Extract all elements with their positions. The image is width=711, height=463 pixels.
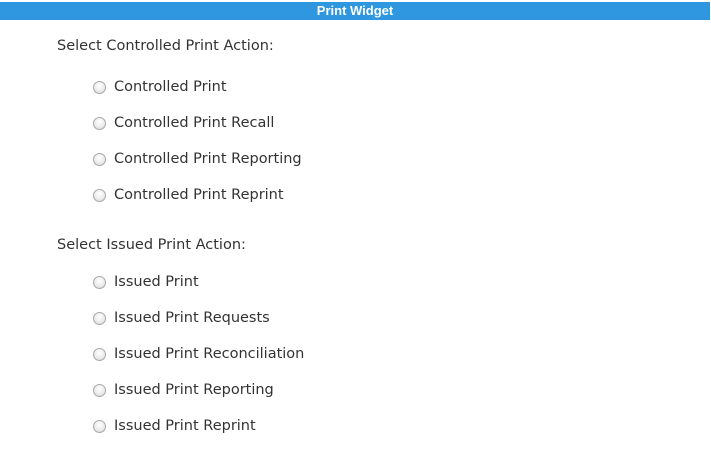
radio-label[interactable]: Issued Print — [114, 272, 199, 292]
radio-issued-print-reporting[interactable]: Issued Print Reporting — [93, 380, 274, 400]
radio-issued-print-reconciliation[interactable]: Issued Print Reconciliation — [93, 344, 304, 364]
radio-issued-print-reprint[interactable]: Issued Print Reprint — [93, 416, 256, 436]
radio-button-icon[interactable] — [93, 383, 106, 397]
radio-button-icon[interactable] — [93, 419, 106, 433]
radio-label[interactable]: Controlled Print Recall — [114, 113, 274, 133]
controlled-print-section-label: Select Controlled Print Action: — [57, 38, 274, 54]
print-widget: Print Widget Select Controlled Print Act… — [0, 0, 711, 463]
radio-button-icon[interactable] — [93, 275, 106, 289]
radio-label[interactable]: Issued Print Requests — [114, 308, 270, 328]
radio-controlled-print[interactable]: Controlled Print — [93, 77, 227, 97]
radio-issued-print-requests[interactable]: Issued Print Requests — [93, 308, 270, 328]
radio-button-icon[interactable] — [93, 188, 106, 202]
radio-button-icon[interactable] — [93, 311, 106, 325]
radio-issued-print[interactable]: Issued Print — [93, 272, 199, 292]
radio-button-icon[interactable] — [93, 116, 106, 130]
radio-controlled-print-reprint[interactable]: Controlled Print Reprint — [93, 185, 284, 205]
radio-controlled-print-recall[interactable]: Controlled Print Recall — [93, 113, 274, 133]
radio-controlled-print-reporting[interactable]: Controlled Print Reporting — [93, 149, 302, 169]
radio-button-icon[interactable] — [93, 152, 106, 166]
widget-title: Print Widget — [0, 2, 710, 20]
radio-button-icon[interactable] — [93, 80, 106, 94]
radio-label[interactable]: Issued Print Reprint — [114, 416, 256, 436]
radio-label[interactable]: Controlled Print — [114, 77, 227, 97]
radio-label[interactable]: Issued Print Reconciliation — [114, 344, 304, 364]
radio-label[interactable]: Issued Print Reporting — [114, 380, 274, 400]
radio-button-icon[interactable] — [93, 347, 106, 361]
issued-print-section-label: Select Issued Print Action: — [57, 237, 246, 253]
radio-label[interactable]: Controlled Print Reprint — [114, 185, 284, 205]
radio-label[interactable]: Controlled Print Reporting — [114, 149, 302, 169]
